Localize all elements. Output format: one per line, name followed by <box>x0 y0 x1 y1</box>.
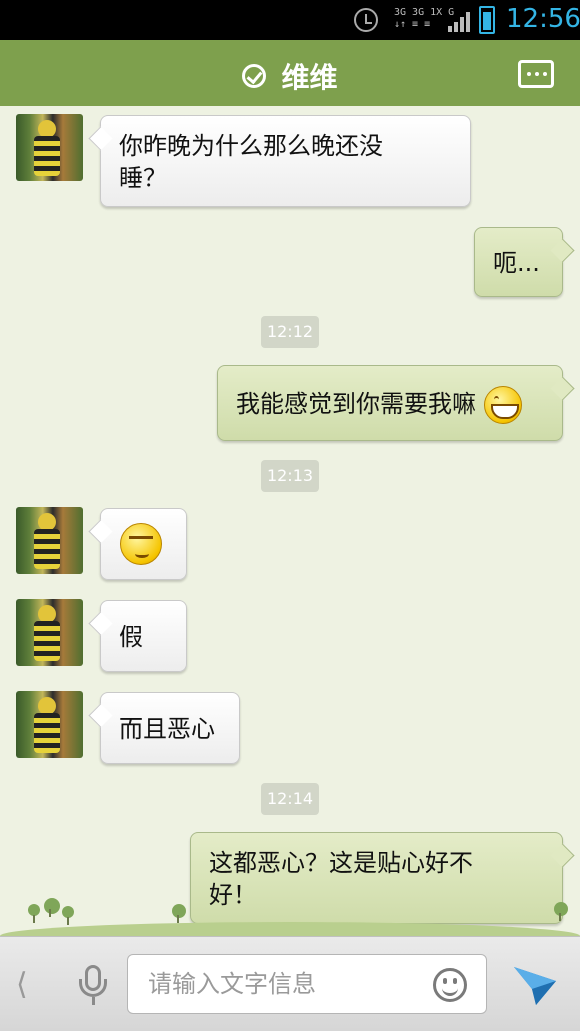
contact-name: 维维 <box>281 61 338 94</box>
signal-icon <box>448 12 470 32</box>
battery-icon <box>479 6 495 34</box>
message-timestamp: 12:14 <box>261 783 319 815</box>
contact-avatar[interactable] <box>16 507 83 574</box>
message-text: 呃... <box>493 249 540 277</box>
grin-emoji-icon <box>483 386 522 424</box>
contact-avatar[interactable] <box>16 691 83 758</box>
message-timestamp: 12:12 <box>261 316 319 348</box>
contact-avatar[interactable] <box>16 114 83 181</box>
network-activity: ↓↑ ≡ ≡ <box>394 19 431 30</box>
received-message-bubble[interactable]: 假 <box>100 600 187 672</box>
chevron-left-icon[interactable]: ⟨ <box>16 967 28 1002</box>
tree-icon <box>554 902 568 921</box>
status-bar: 3G 3G 1X G ↓↑ ≡ ≡ 12:56 <box>0 0 580 40</box>
more-options-button[interactable] <box>518 60 554 88</box>
message-text-line2: 睡？ <box>119 164 167 192</box>
message-text: 而且恶心 <box>119 715 215 743</box>
tree-icon <box>44 898 60 917</box>
received-message-bubble[interactable]: 你昨晚为什么那么晚还没 睡？ <box>100 115 471 207</box>
message-list[interactable]: 你昨晚为什么那么晚还没 睡？ 呃... 12:12 我能感觉到你需要我嘛 12:… <box>0 106 580 936</box>
contact-avatar[interactable] <box>16 599 83 666</box>
received-message-bubble[interactable] <box>100 508 187 580</box>
tree-icon <box>28 904 40 923</box>
tree-icon <box>172 904 186 923</box>
sent-message-bubble[interactable]: 我能感觉到你需要我嘛 <box>217 365 563 441</box>
received-message-bubble[interactable]: 而且恶心 <box>100 692 240 764</box>
network-types: 3G 3G 1X G <box>394 7 455 18</box>
smiley-icon[interactable] <box>433 968 467 1002</box>
message-text: 你昨晚为什么那么晚还没 <box>119 132 383 160</box>
chat-header: 维维 <box>0 40 580 112</box>
decorative-landscape <box>0 898 580 936</box>
more-options-icon <box>527 72 531 76</box>
send-icon[interactable] <box>512 963 558 1007</box>
message-input-bar: ⟨ <box>0 936 580 1031</box>
message-text: 假 <box>119 623 143 651</box>
message-text: 这都恶心？这是贴心好不 <box>209 849 473 877</box>
sent-message-bubble[interactable]: 呃... <box>474 227 563 297</box>
status-time: 12:56 <box>506 4 580 34</box>
network-indicator: 3G 3G 1X G ↓↑ ≡ ≡ <box>394 7 454 31</box>
microphone-icon[interactable] <box>76 965 110 1005</box>
alarm-icon <box>354 8 378 32</box>
check-circle-icon <box>242 64 267 88</box>
tree-icon <box>62 906 74 925</box>
message-timestamp: 12:13 <box>261 460 319 492</box>
message-text: 我能感觉到你需要我嘛 <box>236 390 476 418</box>
salute-emoji-icon <box>120 523 162 565</box>
